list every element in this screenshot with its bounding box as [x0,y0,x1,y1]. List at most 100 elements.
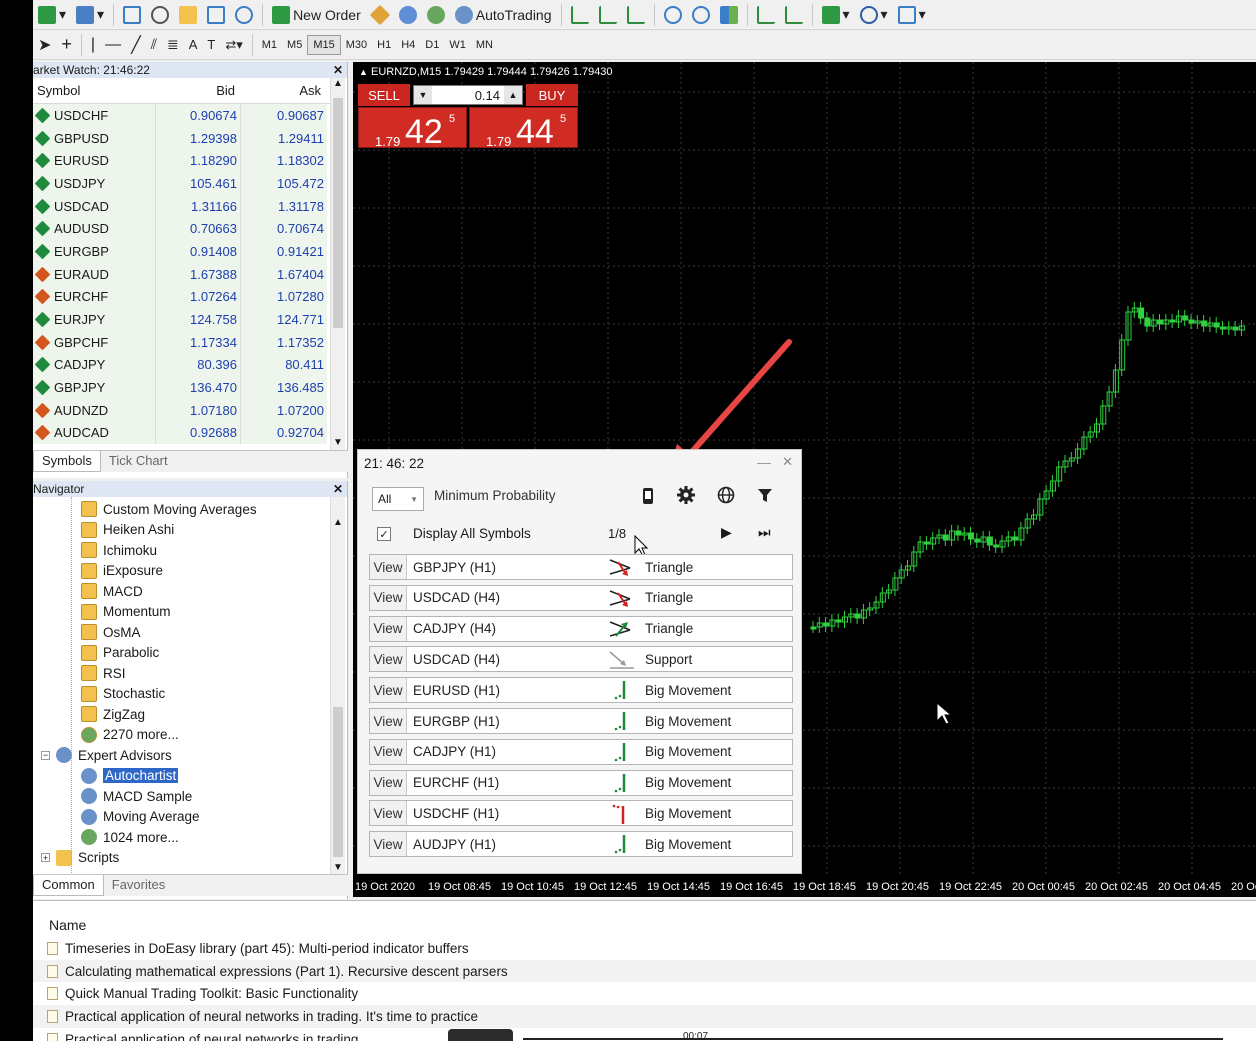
table-row[interactable]: GBPUSD 1.29398 1.29411 [33,126,330,150]
collapse-icon[interactable]: − [41,750,50,760]
candle-chart-button[interactable] [595,3,621,27]
new-order-button[interactable]: New Order [268,3,365,27]
scroll-down-icon[interactable]: ▼ [331,862,345,873]
navigator-item[interactable]: Momentum [33,602,330,623]
indicators-button[interactable]: ▾ [818,3,854,27]
navigator-item[interactable]: MACD Sample [33,786,330,807]
min-prob-label[interactable]: Minimum Probability [434,488,556,503]
navigator-item[interactable]: 1024 more... [33,827,330,848]
last-page-icon[interactable]: ⏭ [758,524,771,541]
horizontal-line-button[interactable]: — [101,33,125,57]
navigator-item[interactable]: Custom Moving Averages [33,499,330,520]
navigator-item[interactable]: Heiken Ashi [33,520,330,541]
navigator-item[interactable]: Stochastic [33,684,330,705]
close-icon[interactable]: ✕ [782,454,793,470]
pattern-row[interactable]: View EURUSD (H1) Big Movement [369,677,793,704]
column-ask[interactable]: Ask [241,83,327,98]
table-row[interactable]: EURCHF 1.07264 1.07280 [33,285,330,309]
view-button[interactable]: View [370,555,407,579]
scroll-thumb[interactable] [333,98,343,328]
pattern-row[interactable]: View USDCHF (H1) Big Movement [369,800,793,827]
filter-icon[interactable] [757,487,773,503]
view-button[interactable]: View [370,585,407,610]
table-row[interactable]: CADJPY 80.396 80.411 [33,353,330,377]
close-icon[interactable]: ✕ [332,482,344,496]
mobile-icon[interactable] [640,487,656,505]
pattern-row[interactable]: View EURCHF (H1) Big Movement [369,769,793,796]
sell-button[interactable]: SELL [358,84,410,106]
tab-symbols[interactable]: Symbols [33,451,101,472]
zoom-out-button[interactable] [688,3,714,27]
view-button[interactable]: View [370,709,407,733]
next-page-icon[interactable]: ▶ [721,524,732,541]
scroll-up-icon[interactable]: ▲ [331,517,345,528]
articles-header[interactable]: Name [33,901,1256,937]
list-item[interactable]: Quick Manual Trading Toolkit: Basic Func… [33,982,1256,1005]
table-row[interactable]: EURJPY 124.758 124.771 [33,308,330,331]
timeframe-d1-button[interactable]: D1 [420,35,444,55]
column-symbol[interactable]: Symbol [33,83,155,98]
table-row[interactable]: GBPJPY 136.470 136.485 [33,376,330,399]
expand-icon[interactable]: + [41,853,50,863]
lot-increase-icon[interactable]: ▲ [504,86,522,104]
lot-stepper[interactable]: ▼ 0.14 ▲ [413,85,523,105]
timeframe-m15-button[interactable]: M15 [307,34,341,55]
tile-windows-button[interactable] [716,3,742,27]
table-row[interactable]: GBPCHF 1.17334 1.17352 [33,330,330,354]
buy-button[interactable]: BUY [526,84,578,106]
list-item[interactable]: Timeseries in DoEasy library (part 45): … [33,937,1256,960]
pattern-row[interactable]: View EURGBP (H1) Big Movement [369,708,793,734]
collapse-icon[interactable]: ▲ [359,67,368,77]
timeframe-h1-button[interactable]: H1 [372,35,396,55]
scroll-down-icon[interactable]: ▼ [331,437,345,448]
cursor-button[interactable]: ➤ [34,33,55,57]
timeframe-m30-button[interactable]: M30 [341,35,372,55]
periods-button[interactable]: ▾ [856,3,892,27]
pattern-row[interactable]: View USDCAD (H4) Triangle [369,584,793,611]
templates-button[interactable]: ▾ [894,3,930,27]
table-row[interactable]: AUDNZD 1.07180 1.07200 [33,398,330,422]
tab-tick-chart[interactable]: Tick Chart [101,451,176,472]
table-row[interactable]: EURUSD 1.18290 1.18302 [33,149,330,173]
line-chart-button[interactable] [623,3,649,27]
trendline-button[interactable]: ╱ [127,33,145,57]
text-label-button[interactable]: T [203,33,219,57]
display-all-checkbox[interactable]: ✓ [377,527,391,541]
fibonacci-button[interactable]: ≣ [163,33,183,57]
timeframe-w1-button[interactable]: W1 [444,35,471,55]
market-watch-button[interactable] [119,3,145,27]
chart-shift-button[interactable] [753,3,779,27]
list-item[interactable]: Practical application of neural networks… [33,1005,1256,1028]
view-button[interactable]: View [370,616,407,641]
metaeditor-button[interactable] [367,3,393,27]
pattern-row[interactable]: View GBPJPY (H1) Triangle [369,554,793,580]
gear-icon[interactable] [677,486,695,504]
autotrading-button[interactable]: AutoTrading [451,3,556,27]
tab-favorites[interactable]: Favorites [104,875,173,896]
table-row[interactable]: EURAUD 1.67388 1.67404 [33,262,330,286]
column-bid[interactable]: Bid [155,83,241,98]
market-button[interactable] [423,3,449,27]
table-row[interactable]: USDJPY 105.461 105.472 [33,172,330,195]
table-row[interactable]: USDCAD 1.31166 1.31178 [33,194,330,218]
timeframe-mn-button[interactable]: MN [471,35,498,55]
minimize-icon[interactable]: — [757,454,771,470]
tab-common[interactable]: Common [33,875,104,896]
signals-button[interactable] [395,3,421,27]
pattern-row[interactable]: View AUDJPY (H1) Big Movement [369,831,793,858]
bar-chart-button[interactable] [567,3,593,27]
table-row[interactable]: EURGBP 0.91408 0.91421 [33,240,330,263]
pattern-row[interactable]: View USDCAD (H4) Support [369,646,793,673]
navigator-item[interactable]: OsMA [33,622,330,643]
filter-all-select[interactable]: All ▼ [372,487,424,511]
navigator-item[interactable]: iExposure [33,561,330,582]
close-icon[interactable]: ✕ [332,63,344,77]
scroll-up-icon[interactable]: ▲ [331,78,345,89]
navigator-item[interactable]: RSI [33,663,330,684]
table-row[interactable]: AUDCAD 0.92688 0.92704 [33,421,330,445]
view-button[interactable]: View [370,801,407,826]
navigator-scripts[interactable]: + Scripts [33,848,330,869]
market-watch-scrollbar[interactable]: ▲ ▼ [330,78,345,450]
navigator-item[interactable]: Ichimoku [33,540,330,561]
data-window-button[interactable] [147,3,173,27]
